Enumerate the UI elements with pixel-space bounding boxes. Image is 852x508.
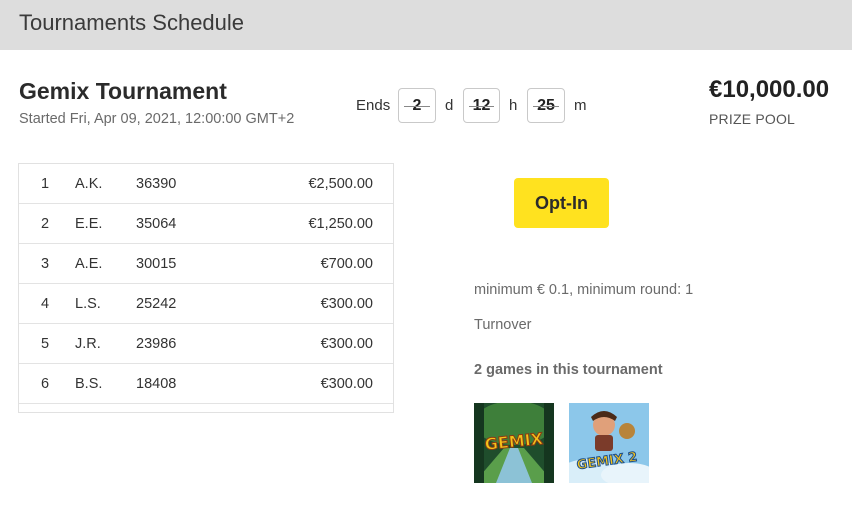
leaderboard-row: 1 A.K. 36390 €2,500.00 bbox=[19, 164, 393, 204]
tournament-name: Gemix Tournament bbox=[19, 78, 227, 104]
header-bar: Tournaments Schedule bbox=[0, 0, 852, 50]
leaderboard-table[interactable]: 1 A.K. 36390 €2,500.00 2 E.E. 35064 €1,2… bbox=[18, 163, 394, 413]
player-name: J.R. bbox=[75, 336, 101, 352]
leaderboard-row: 2 E.E. 35064 €1,250.00 bbox=[19, 204, 393, 244]
leaderboard-row: 4 L.S. 25242 €300.00 bbox=[19, 284, 393, 324]
game-thumbnail-gemix[interactable]: GEMIX bbox=[474, 403, 554, 483]
player-score: 30015 bbox=[136, 256, 177, 272]
opt-in-button[interactable]: Opt-In bbox=[514, 178, 609, 228]
tournament-start-date: Started Fri, Apr 09, 2021, 12:00:00 GMT+… bbox=[19, 111, 295, 127]
countdown-minutes: 25 bbox=[527, 88, 565, 123]
player-score: 18408 bbox=[136, 376, 177, 392]
player-prize: €1,250.00 bbox=[308, 216, 373, 232]
countdown-hours: 12 bbox=[463, 88, 500, 123]
gemix-2-game-icon: GEMIX 2 bbox=[569, 403, 649, 483]
player-score: 35064 bbox=[136, 216, 177, 232]
player-score: 36390 bbox=[136, 176, 177, 192]
player-prize: €2,500.00 bbox=[308, 176, 373, 192]
page-title: Tournaments Schedule bbox=[19, 10, 245, 35]
countdown-minutes-unit: m bbox=[574, 97, 587, 114]
leaderboard-row: 5 J.R. 23986 €300.00 bbox=[19, 324, 393, 364]
countdown-days-unit: d bbox=[445, 97, 454, 114]
player-score: 23986 bbox=[136, 336, 177, 352]
game-thumbnail-gemix-2[interactable]: GEMIX 2 bbox=[569, 403, 649, 483]
player-name: L.S. bbox=[75, 296, 101, 312]
player-name: A.K. bbox=[75, 176, 103, 192]
player-prize: €300.00 bbox=[320, 376, 373, 392]
rank: 6 bbox=[40, 376, 50, 392]
rank: 1 bbox=[40, 176, 50, 192]
leaderboard-row: 3 A.E. 30015 €700.00 bbox=[19, 244, 393, 284]
countdown-ends-label: Ends bbox=[356, 97, 391, 114]
player-prize: €700.00 bbox=[320, 256, 373, 272]
gemix-game-icon: GEMIX bbox=[474, 403, 554, 483]
prize-pool-amount: €10,000.00 bbox=[709, 76, 830, 103]
player-name: A.E. bbox=[75, 256, 103, 272]
countdown-hours-unit: h bbox=[509, 97, 518, 114]
player-name: B.S. bbox=[75, 376, 103, 392]
games-count-heading: 2 games in this tournament bbox=[474, 362, 663, 378]
rank: 4 bbox=[40, 296, 50, 312]
rank: 3 bbox=[40, 256, 50, 272]
player-name: E.E. bbox=[75, 216, 103, 232]
player-prize: €300.00 bbox=[320, 296, 373, 312]
rank: 5 bbox=[40, 336, 50, 352]
prize-pool-label: PRIZE POOL bbox=[709, 111, 796, 127]
player-score: 25242 bbox=[136, 296, 177, 312]
countdown-days: 2 bbox=[398, 88, 436, 123]
rank: 2 bbox=[40, 216, 50, 232]
tournament-type: Turnover bbox=[474, 317, 532, 333]
leaderboard-row: 6 B.S. 18408 €300.00 bbox=[19, 364, 393, 404]
player-prize: €300.00 bbox=[320, 336, 373, 352]
minimum-bet-rule: minimum € 0.1, minimum round: 1 bbox=[474, 282, 694, 298]
